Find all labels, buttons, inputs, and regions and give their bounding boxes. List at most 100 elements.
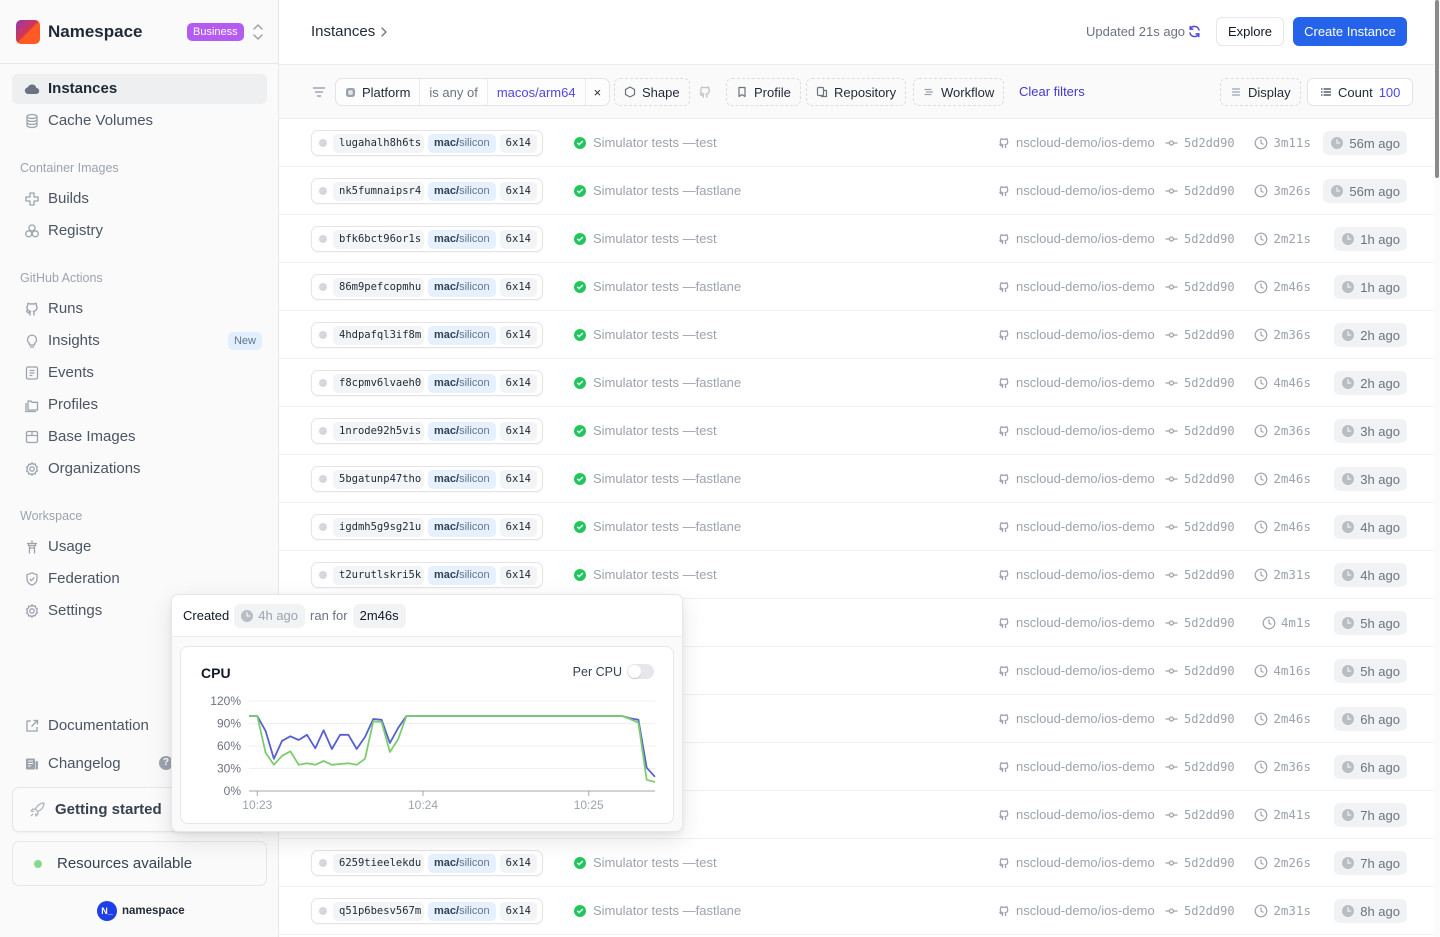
commit-sha[interactable]: 5d2dd90 (1184, 136, 1235, 150)
instance-chip[interactable]: 86m9pefcopmhu macsilicon 6x14 (311, 274, 543, 300)
refresh-icon[interactable] (1188, 25, 1201, 38)
commit-sha[interactable]: 5d2dd90 (1184, 472, 1235, 486)
created-age-pill[interactable]: 56m ago (1323, 179, 1407, 203)
sidebar-item-events[interactable]: Events (12, 358, 267, 388)
job-name[interactable]: Simulator teststest (593, 327, 717, 343)
instance-chip[interactable]: igdmh5g9sg21u macsilicon 6x14 (311, 514, 543, 540)
instance-row[interactable]: lugahalh8h6ts macsilicon 6x14 Simulator … (279, 119, 1440, 167)
job-name[interactable]: Simulator testsfastlane (593, 903, 741, 919)
job-name[interactable]: Simulator teststest (593, 135, 717, 151)
filter-repository-button[interactable]: Repository (806, 78, 907, 106)
instance-row[interactable]: igdmh5g9sg21u macsilicon 6x14 Simulator … (279, 503, 1440, 551)
breadcrumb[interactable]: Instances (311, 23, 389, 41)
display-button[interactable]: Display (1220, 78, 1301, 106)
github-filter-icon[interactable] (698, 85, 712, 99)
created-age-pill[interactable]: 56m ago (1323, 131, 1407, 155)
sidebar-item-federation[interactable]: Federation (12, 564, 267, 594)
commit-sha[interactable]: 5d2dd90 (1184, 328, 1235, 342)
job-name[interactable]: Simulator teststest (593, 423, 717, 439)
instance-row[interactable]: t2urutlskri5k macsilicon 6x14 Simulator … (279, 551, 1440, 599)
sidebar-item-runs[interactable]: Runs (12, 294, 267, 324)
created-age-pill[interactable]: 6h ago (1334, 707, 1407, 731)
repository-link[interactable]: nscloud-demo/ios-demo (1016, 279, 1155, 295)
created-age-pill[interactable]: 2h ago (1334, 371, 1407, 395)
count-button[interactable]: Count 100 (1307, 78, 1414, 106)
commit-sha[interactable]: 5d2dd90 (1184, 568, 1235, 582)
created-age-pill[interactable]: 5h ago (1334, 611, 1407, 635)
repository-link[interactable]: nscloud-demo/ios-demo (1016, 903, 1155, 919)
repository-link[interactable]: nscloud-demo/ios-demo (1016, 327, 1155, 343)
sidebar-item-insights[interactable]: Insights New (12, 326, 267, 356)
clear-filters-link[interactable]: Clear filters (1019, 85, 1085, 99)
sidebar-item-profiles[interactable]: Profiles (12, 390, 267, 420)
repository-link[interactable]: nscloud-demo/ios-demo (1016, 615, 1155, 631)
instance-chip[interactable]: 4hdpafql3if8m macsilicon 6x14 (311, 322, 543, 348)
created-age-pill[interactable]: 8h ago (1334, 899, 1407, 923)
sidebar-item-usage[interactable]: Usage (12, 532, 267, 562)
job-name[interactable]: Simulator testsfastlane (593, 279, 741, 295)
sidebar-item-base-images[interactable]: Base Images (12, 422, 267, 452)
workspace-switcher[interactable]: Namespace Business (0, 0, 278, 64)
commit-sha[interactable]: 5d2dd90 (1184, 424, 1235, 438)
commit-sha[interactable]: 5d2dd90 (1184, 616, 1235, 630)
sidebar-item-registry[interactable]: Registry (12, 216, 267, 246)
created-age-pill[interactable]: 1h ago (1334, 227, 1407, 251)
instance-chip[interactable]: 6259tieelekdu macsilicon 6x14 (311, 850, 543, 876)
instance-chip[interactable]: 1nrode92h5vis macsilicon 6x14 (311, 418, 543, 444)
sidebar-item-builds[interactable]: Builds (12, 184, 267, 214)
created-age-pill[interactable]: 3h ago (1334, 419, 1407, 443)
job-name[interactable]: Simulator testsfastlane (593, 375, 741, 391)
per-cpu-toggle[interactable] (627, 664, 654, 679)
created-age-pill[interactable]: 5h ago (1334, 659, 1407, 683)
instance-row[interactable]: q51p6besv567m macsilicon 6x14 Simulator … (279, 887, 1440, 935)
created-age-pill[interactable]: 7h ago (1334, 851, 1407, 875)
job-name[interactable]: Simulator testsfastlane (593, 183, 741, 199)
repository-link[interactable]: nscloud-demo/ios-demo (1016, 567, 1155, 583)
commit-sha[interactable]: 5d2dd90 (1184, 712, 1235, 726)
instance-row[interactable]: bfk6bct96or1s macsilicon 6x14 Simulator … (279, 215, 1440, 263)
repository-link[interactable]: nscloud-demo/ios-demo (1016, 855, 1155, 871)
repository-link[interactable]: nscloud-demo/ios-demo (1016, 519, 1155, 535)
sidebar-item-cache-volumes[interactable]: Cache Volumes (12, 106, 267, 136)
instance-chip[interactable]: lugahalh8h6ts macsilicon 6x14 (311, 130, 543, 156)
repository-link[interactable]: nscloud-demo/ios-demo (1016, 711, 1155, 727)
sidebar-item-instances[interactable]: Instances (12, 74, 267, 104)
instance-row[interactable]: nk5fumnaipsr4 macsilicon 6x14 Simulator … (279, 167, 1440, 215)
created-age-pill[interactable]: 4h ago (1334, 563, 1407, 587)
instance-chip[interactable]: 5bgatunp47tho macsilicon 6x14 (311, 466, 543, 492)
repository-link[interactable]: nscloud-demo/ios-demo (1016, 759, 1155, 775)
instance-chip[interactable]: q51p6besv567m macsilicon 6x14 (311, 898, 543, 924)
instance-chip[interactable]: t2urutlskri5k macsilicon 6x14 (311, 562, 543, 588)
resources-status[interactable]: Resources available (12, 841, 267, 886)
filter-shape-button[interactable]: Shape (614, 78, 690, 106)
remove-filter-button[interactable]: × (586, 79, 610, 105)
commit-sha[interactable]: 5d2dd90 (1184, 664, 1235, 678)
filter-operator[interactable]: is any of (420, 79, 488, 105)
commit-sha[interactable]: 5d2dd90 (1184, 280, 1235, 294)
commit-sha[interactable]: 5d2dd90 (1184, 520, 1235, 534)
job-name[interactable]: Simulator teststest (593, 231, 717, 247)
instance-row[interactable]: 1nrode92h5vis macsilicon 6x14 Simulator … (279, 407, 1440, 455)
commit-sha[interactable]: 5d2dd90 (1184, 856, 1235, 870)
filter-icon[interactable] (312, 85, 326, 99)
created-age-pill[interactable]: 1h ago (1334, 275, 1407, 299)
repository-link[interactable]: nscloud-demo/ios-demo (1016, 807, 1155, 823)
filter-field[interactable]: Platform (336, 79, 421, 105)
instance-row[interactable]: f8cpmv6lvaeh0 macsilicon 6x14 Simulator … (279, 359, 1440, 407)
repository-link[interactable]: nscloud-demo/ios-demo (1016, 423, 1155, 439)
job-name[interactable]: Simulator testsfastlane (593, 519, 741, 535)
sidebar-item-organizations[interactable]: Organizations (12, 454, 267, 484)
commit-sha[interactable]: 5d2dd90 (1184, 376, 1235, 390)
filter-profile-button[interactable]: Profile (726, 78, 801, 106)
repository-link[interactable]: nscloud-demo/ios-demo (1016, 471, 1155, 487)
repository-link[interactable]: nscloud-demo/ios-demo (1016, 375, 1155, 391)
repository-link[interactable]: nscloud-demo/ios-demo (1016, 183, 1155, 199)
job-name[interactable]: Simulator testsfastlane (593, 471, 741, 487)
chevron-up-down-icon[interactable] (251, 23, 265, 41)
created-age-pill[interactable]: 4h ago (1334, 515, 1407, 539)
repository-link[interactable]: nscloud-demo/ios-demo (1016, 231, 1155, 247)
filter-value[interactable]: macos/arm64 (488, 79, 586, 105)
commit-sha[interactable]: 5d2dd90 (1184, 808, 1235, 822)
instance-row[interactable]: 5bgatunp47tho macsilicon 6x14 Simulator … (279, 455, 1440, 503)
instance-row[interactable]: 86m9pefcopmhu macsilicon 6x14 Simulator … (279, 263, 1440, 311)
